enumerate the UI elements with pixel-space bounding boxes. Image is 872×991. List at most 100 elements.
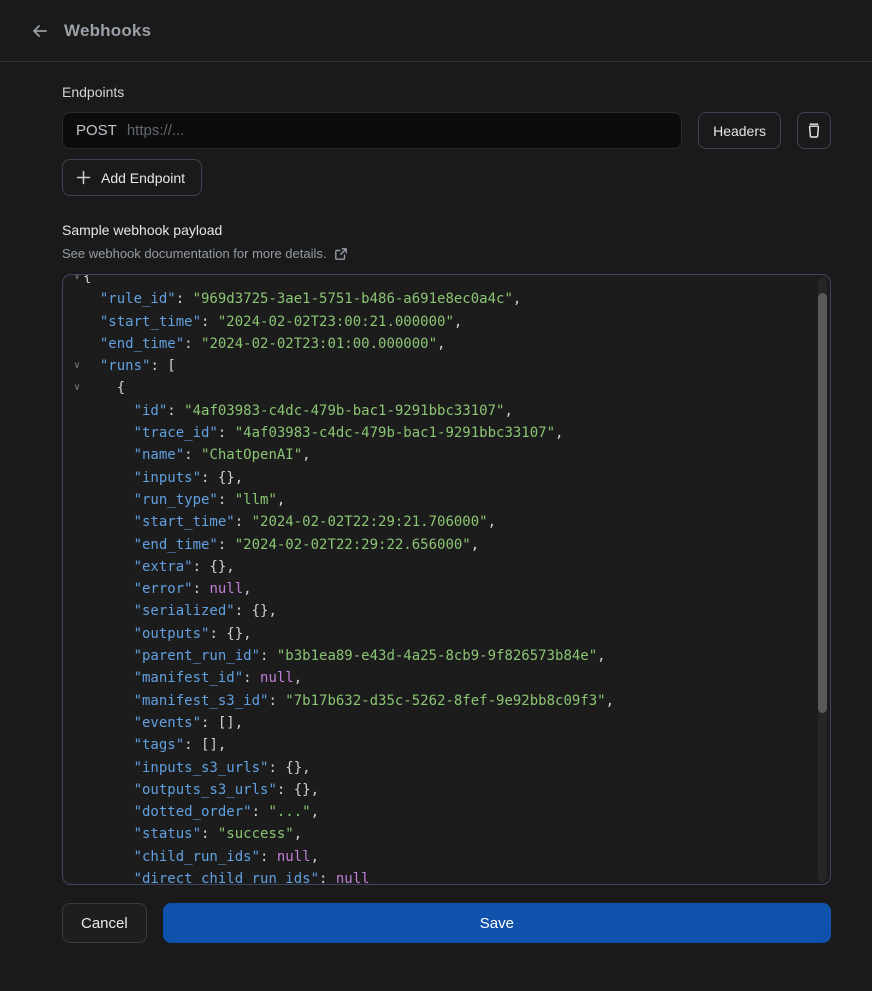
gutter-spacer — [71, 444, 83, 466]
gutter-spacer — [71, 578, 83, 600]
code-token-punct — [83, 534, 134, 556]
code-line: "name": "ChatOpenAI", — [63, 444, 830, 466]
code-line: "rule_id": "969d3725-3ae1-5751-b486-a691… — [63, 288, 830, 310]
code-token-key: "direct_child_run_ids" — [134, 868, 319, 885]
plus-icon — [76, 170, 91, 185]
gutter-spacer — [71, 823, 83, 845]
code-token-str: "ChatOpenAI" — [201, 444, 302, 466]
gutter-spacer — [71, 556, 83, 578]
code-token-key: "events" — [134, 712, 201, 734]
code-token-punct — [83, 444, 134, 466]
gutter-spacer — [71, 868, 83, 885]
code-token-punct: , — [555, 422, 563, 444]
code-token-punct: , — [513, 288, 521, 310]
gutter-spacer — [71, 534, 83, 556]
delete-endpoint-button[interactable] — [797, 112, 831, 149]
code-token-punct: , — [294, 667, 302, 689]
code-token-str: "success" — [218, 823, 294, 845]
code-token-punct: : — [243, 667, 260, 689]
code-line: "end_time": "2024-02-02T23:01:00.000000"… — [63, 333, 830, 355]
external-link-icon — [334, 247, 348, 261]
code-token-punct: , — [504, 400, 512, 422]
editor-scrollbar-thumb[interactable] — [818, 293, 827, 713]
code-token-punct — [83, 288, 100, 310]
code-token-key: "status" — [134, 823, 201, 845]
code-token-punct — [83, 355, 100, 377]
code-token-punct: , — [311, 801, 319, 823]
code-token-punct — [83, 757, 134, 779]
code-token-punct — [83, 511, 134, 533]
url-placeholder: https://... — [127, 122, 185, 139]
code-token-punct — [83, 645, 134, 667]
code-content: ∨{ "rule_id": "969d3725-3ae1-5751-b486-a… — [63, 274, 830, 885]
endpoints-label: Endpoints — [62, 84, 831, 100]
gutter-spacer — [71, 734, 83, 756]
gutter-spacer — [71, 467, 83, 489]
save-button[interactable]: Save — [163, 903, 831, 943]
gutter-spacer — [71, 757, 83, 779]
add-endpoint-button[interactable]: Add Endpoint — [62, 159, 202, 196]
gutter-spacer — [71, 333, 83, 355]
headers-button[interactable]: Headers — [698, 112, 781, 149]
code-token-punct: , — [277, 489, 285, 511]
code-token-punct — [83, 311, 100, 333]
code-line: "run_type": "llm", — [63, 489, 830, 511]
code-token-punct — [83, 846, 134, 868]
code-token-punct: : — [268, 690, 285, 712]
code-token-key: "trace_id" — [134, 422, 218, 444]
code-token-punct: : {}, — [201, 467, 243, 489]
code-token-key: "end_time" — [134, 534, 218, 556]
code-token-str: "4af03983-c4dc-479b-bac1-9291bbc33107" — [235, 422, 555, 444]
code-token-punct: : — [176, 288, 193, 310]
fold-chevron-icon[interactable]: ∨ — [71, 274, 83, 288]
gutter-spacer — [71, 846, 83, 868]
code-token-punct: , — [454, 311, 462, 333]
code-token-punct: , — [471, 534, 479, 556]
endpoint-url-input[interactable]: POST https://... — [62, 112, 682, 149]
code-token-str: "llm" — [235, 489, 277, 511]
code-token-punct: : — [184, 333, 201, 355]
code-token-key: "start_time" — [134, 511, 235, 533]
code-token-punct: { — [83, 377, 125, 399]
back-button[interactable] — [24, 15, 56, 47]
endpoint-row: POST https://... Headers — [62, 112, 831, 149]
fold-chevron-icon[interactable]: ∨ — [71, 355, 83, 377]
code-token-str: "2024-02-02T23:01:00.000000" — [201, 333, 437, 355]
code-token-punct: : {}, — [235, 600, 277, 622]
code-token-punct: : — [201, 311, 218, 333]
code-line: "extra": {}, — [63, 556, 830, 578]
code-token-punct: , — [606, 690, 614, 712]
code-token-str: "b3b1ea89-e43d-4a25-8cb9-9f826573b84e" — [277, 645, 597, 667]
gutter-spacer — [71, 511, 83, 533]
cancel-button[interactable]: Cancel — [62, 903, 147, 943]
code-token-punct — [83, 467, 134, 489]
webhook-doc-link[interactable]: See webhook documentation for more detai… — [62, 246, 831, 261]
code-line: "outputs": {}, — [63, 623, 830, 645]
code-token-key: "manifest_id" — [134, 667, 244, 689]
code-token-str: "969d3725-3ae1-5751-b486-a691e8ec0a4c" — [193, 288, 513, 310]
code-line: "serialized": {}, — [63, 600, 830, 622]
code-token-punct: : — [319, 868, 336, 885]
gutter-spacer — [71, 422, 83, 444]
code-line: "id": "4af03983-c4dc-479b-bac1-9291bbc33… — [63, 400, 830, 422]
code-token-punct: : — [167, 400, 184, 422]
code-line: "dotted_order": "...", — [63, 801, 830, 823]
gutter-spacer — [71, 600, 83, 622]
code-token-key: "name" — [134, 444, 185, 466]
gutter-spacer — [71, 801, 83, 823]
code-line: ∨ "runs": [ — [63, 355, 830, 377]
gutter-spacer — [71, 400, 83, 422]
code-token-key: "outputs_s3_urls" — [134, 779, 277, 801]
code-line: "child_run_ids": null, — [63, 846, 830, 868]
code-token-str: "..." — [268, 801, 310, 823]
code-line: "outputs_s3_urls": {}, — [63, 779, 830, 801]
code-token-key: "start_time" — [100, 311, 201, 333]
code-token-null: null — [209, 578, 243, 600]
payload-code-editor[interactable]: ∨{ "rule_id": "969d3725-3ae1-5751-b486-a… — [62, 274, 831, 885]
code-token-punct: : [], — [201, 712, 243, 734]
code-line: "start_time": "2024-02-02T22:29:21.70600… — [63, 511, 830, 533]
fold-chevron-icon[interactable]: ∨ — [71, 377, 83, 399]
code-token-punct: : {}, — [268, 757, 310, 779]
gutter-spacer — [71, 712, 83, 734]
code-token-key: "serialized" — [134, 600, 235, 622]
